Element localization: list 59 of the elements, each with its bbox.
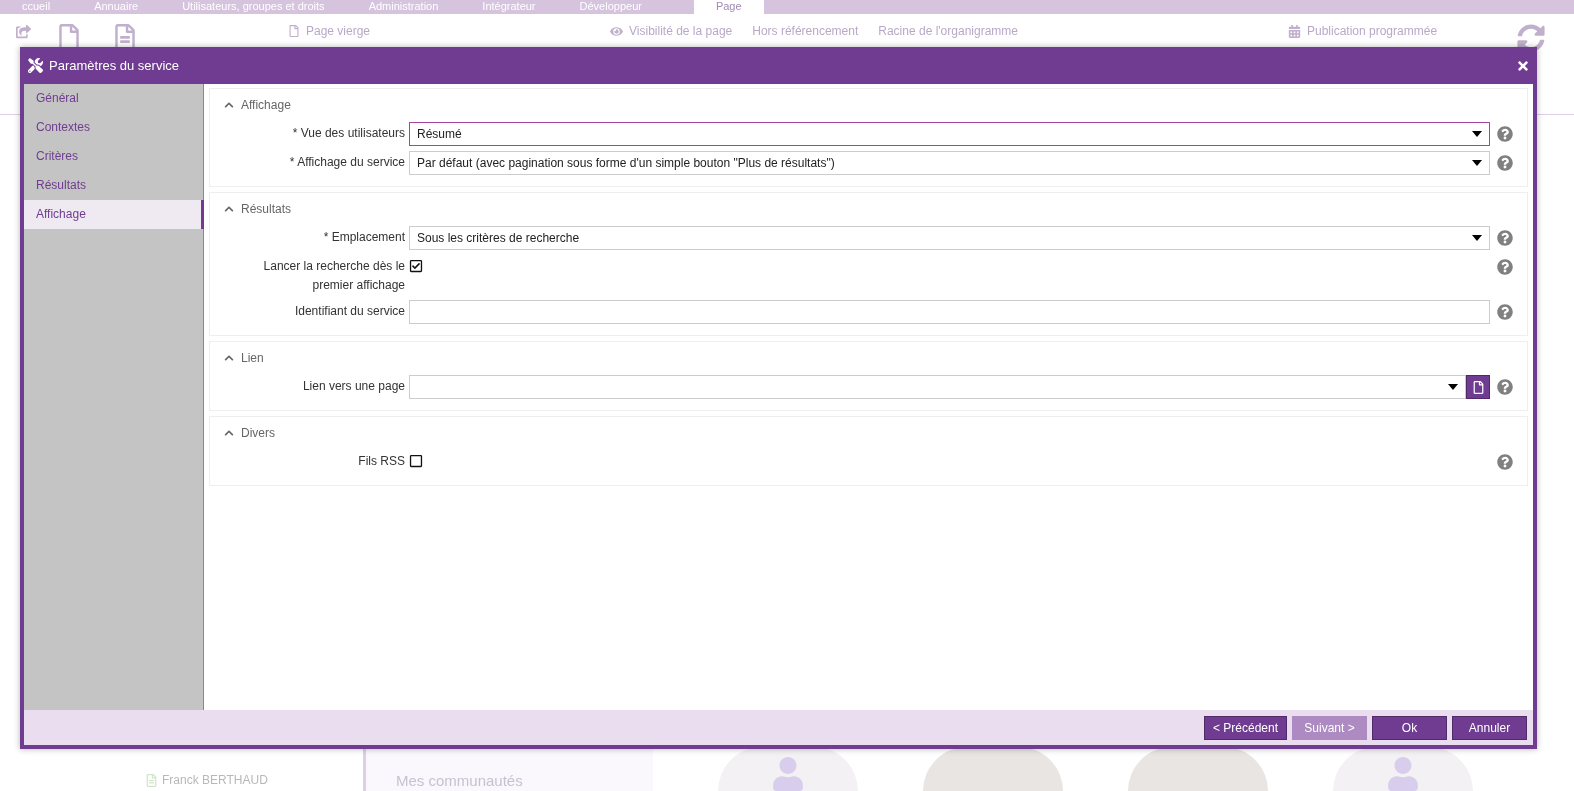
document-icon[interactable] <box>112 24 138 50</box>
dialog-title: Paramètres du service <box>49 58 181 73</box>
community-title: Mes communautés <box>396 772 523 789</box>
ribbon-button[interactable]: Page vierge <box>306 24 371 38</box>
menu-tab[interactable]: Page <box>693 0 764 14</box>
tools-icon <box>28 58 43 73</box>
help-icon[interactable] <box>1497 126 1513 142</box>
sidebar-item[interactable]: Résultats <box>24 171 204 200</box>
checkbox[interactable] <box>409 259 423 273</box>
select-field[interactable]: Résumé <box>409 122 1490 146</box>
select-field[interactable]: Sous les critères de recherche <box>409 226 1490 250</box>
help-icon[interactable] <box>1497 230 1513 246</box>
ribbon-button[interactable]: Hors référencement <box>752 24 859 38</box>
field-label: Lancer la recherche dès le premier affichage <box>262 258 406 294</box>
help-icon[interactable] <box>1497 379 1513 395</box>
file-icon <box>1471 380 1485 394</box>
section-title[interactable]: Divers <box>241 426 275 440</box>
dropdown-caret-icon <box>1472 160 1482 166</box>
page-select-field[interactable] <box>409 375 1466 399</box>
page-picker-button[interactable] <box>1466 375 1490 399</box>
person-icon <box>1386 757 1420 791</box>
eye-icon <box>610 24 624 38</box>
dropdown-caret-icon <box>1448 384 1458 390</box>
input-field[interactable] <box>409 300 1490 324</box>
help-icon[interactable] <box>1497 304 1513 320</box>
footer-button[interactable]: < Précédent <box>1203 715 1287 740</box>
field-label: Lien vers une page <box>301 378 406 395</box>
person-icon <box>771 757 805 791</box>
footer-button[interactable]: Ok <box>1372 715 1447 740</box>
field-label: Identifiant du service <box>293 303 406 320</box>
help-icon[interactable] <box>1497 454 1513 470</box>
page-icon <box>288 25 300 37</box>
chevron-up-icon[interactable] <box>224 353 234 363</box>
help-icon[interactable] <box>1497 155 1513 171</box>
sidebar-item[interactable]: Critères <box>24 142 204 171</box>
section-title[interactable]: Résultats <box>241 202 292 216</box>
checkbox[interactable] <box>409 454 423 468</box>
document-icon <box>145 773 158 787</box>
help-icon[interactable] <box>1497 259 1513 275</box>
section-title[interactable]: Lien <box>241 351 264 365</box>
sidebar-item[interactable]: Général <box>24 84 204 113</box>
sidebar-item[interactable]: Affichage <box>24 200 204 229</box>
chevron-up-icon[interactable] <box>224 428 234 438</box>
sidebar-item[interactable]: Contextes <box>24 113 204 142</box>
chevron-up-icon[interactable] <box>224 204 234 214</box>
field-label: * Emplacement <box>322 229 406 246</box>
field-label: Fils RSS <box>357 453 406 470</box>
calendar-icon <box>1288 24 1301 38</box>
chevron-up-icon[interactable] <box>224 100 234 110</box>
section-title[interactable]: Affichage <box>241 98 291 112</box>
dropdown-caret-icon <box>1472 131 1482 137</box>
ribbon-button[interactable]: Visibilité de la page <box>629 24 733 38</box>
select-field[interactable]: Par défaut (avec pagination sous forme d'un simple bouton "Plus de résultats") <box>409 151 1490 175</box>
ribbon-button[interactable]: Publication programmée <box>1307 24 1438 38</box>
footer-button[interactable]: Annuler <box>1452 715 1527 740</box>
dropdown-caret-icon <box>1472 235 1482 241</box>
field-label: * Affichage du service <box>288 154 406 171</box>
field-label: * Vue des utilisateurs <box>291 125 406 142</box>
ribbon-button[interactable]: Racine de l'organigramme <box>878 24 1018 38</box>
